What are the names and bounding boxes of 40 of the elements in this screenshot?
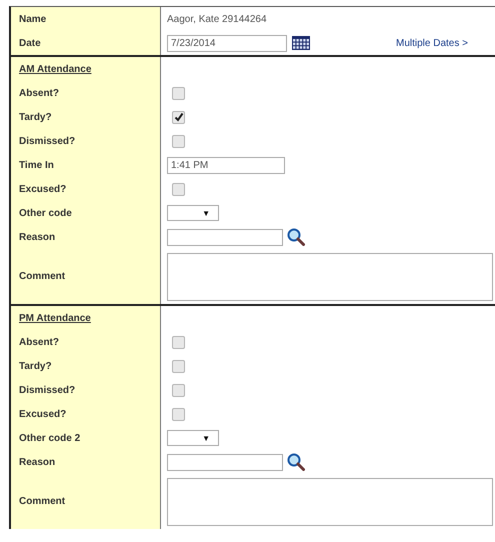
field-label: Tardy?	[19, 112, 52, 122]
code-dropdown[interactable]: ▼	[167, 205, 219, 221]
field-label: Reason	[19, 232, 56, 242]
field-label: Reason	[19, 456, 56, 468]
calendar-icon[interactable]	[292, 36, 310, 50]
checkbox[interactable]	[172, 182, 185, 196]
search-icon[interactable]	[287, 228, 305, 246]
checkbox[interactable]	[172, 408, 185, 420]
checkbox[interactable]	[172, 384, 185, 396]
time-field[interactable]: 1:41 PM	[167, 156, 285, 174]
field-label: Other code 2	[19, 432, 80, 444]
checkbox[interactable]	[172, 86, 185, 100]
field-label: Other code	[19, 208, 72, 218]
field-label: Dismissed?	[19, 384, 76, 396]
code-dropdown[interactable]: ▼	[167, 430, 219, 446]
checkbox[interactable]	[172, 110, 185, 124]
field-label: Comment	[19, 496, 66, 507]
field-label: Dismissed?	[19, 136, 76, 146]
field-label: Excused?	[19, 184, 66, 194]
section-title: PM Attendance	[19, 312, 91, 324]
comment-textarea[interactable]	[167, 478, 493, 526]
field-label: Name	[19, 14, 46, 24]
field-label: Time In	[19, 160, 54, 170]
checkbox[interactable]	[172, 134, 185, 148]
field-label: Tardy?	[19, 360, 52, 372]
section-title: AM Attendance	[19, 64, 92, 74]
field-label: Absent?	[19, 88, 59, 98]
reason-field[interactable]	[167, 228, 283, 246]
search-icon[interactable]	[287, 453, 305, 471]
student-name: Aagor, Kate 29144264	[167, 14, 267, 24]
checkbox[interactable]	[172, 336, 185, 348]
field-label: Absent?	[19, 336, 59, 348]
date-field[interactable]: 7/23/2014	[167, 34, 287, 52]
multiple-dates-link[interactable]: Multiple Dates >	[396, 38, 468, 48]
field-label: Comment	[19, 271, 66, 282]
checkbox[interactable]	[172, 360, 185, 372]
field-label: Excused?	[19, 408, 66, 420]
reason-field[interactable]	[167, 454, 283, 470]
field-label: Date	[19, 38, 41, 48]
comment-textarea[interactable]	[167, 252, 493, 300]
